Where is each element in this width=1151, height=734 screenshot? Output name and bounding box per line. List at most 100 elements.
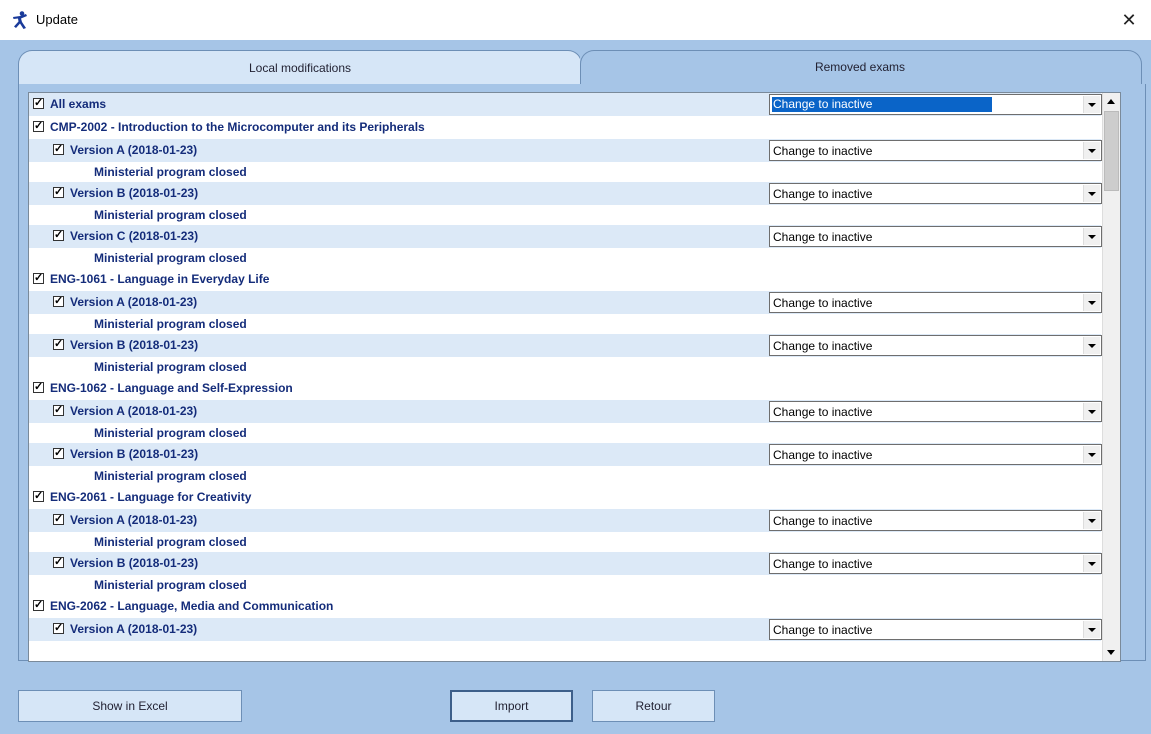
- close-button[interactable]: ✕: [1115, 6, 1143, 34]
- status-select[interactable]: Change to inactive: [769, 140, 1102, 161]
- row-label: Version B (2018-01-23): [70, 447, 199, 461]
- select-value: Change to inactive: [773, 623, 873, 637]
- chevron-down-icon[interactable]: [1083, 555, 1100, 572]
- checkbox[interactable]: ✓: [33, 98, 44, 109]
- checkbox[interactable]: ✓: [53, 339, 64, 350]
- button-label: Show in Excel: [92, 699, 168, 713]
- scroll-up-icon[interactable]: [1103, 93, 1120, 110]
- status-note: Ministerial program closed: [29, 466, 1101, 486]
- title-bar: Update ✕: [0, 0, 1151, 40]
- status-note: Ministerial program closed: [29, 162, 1101, 182]
- select-value: Change to inactive: [773, 448, 873, 462]
- tab-label: Removed exams: [814, 60, 906, 74]
- checkbox[interactable]: ✓: [53, 405, 64, 416]
- status-select[interactable]: Change to inactive: [769, 94, 1102, 115]
- version-row: ✓ Version B (2018-01-23) Change to inactiv…: [29, 552, 1102, 575]
- checkbox[interactable]: ✓: [33, 121, 44, 132]
- row-label: Version A (2018-01-23): [70, 143, 198, 157]
- scroll-thumb[interactable]: [1104, 111, 1119, 191]
- status-select[interactable]: Change to inactive: [769, 292, 1102, 313]
- select-value: Change to inactive: [773, 187, 873, 201]
- status-note: Ministerial program closed: [29, 248, 1101, 268]
- status-note: Ministerial program closed: [29, 314, 1101, 334]
- import-button[interactable]: Import: [450, 690, 573, 722]
- vertical-scrollbar[interactable]: [1102, 93, 1120, 661]
- row-label: Version A (2018-01-23): [70, 295, 198, 309]
- version-row: ✓ Version A (2018-01-23) Change to inactiv…: [29, 509, 1102, 532]
- tab-local-modifications[interactable]: Local modifications: [18, 50, 582, 85]
- status-select[interactable]: Change to inactive: [769, 619, 1102, 640]
- tab-removed-exams[interactable]: Removed exams: [580, 50, 1140, 84]
- row-label: Version A (2018-01-23): [70, 513, 198, 527]
- status-select[interactable]: Change to inactive: [769, 444, 1102, 465]
- row-label: Ministerial program closed: [94, 165, 247, 179]
- version-row: ✓ Version B (2018-01-23) Change to inactiv…: [29, 443, 1102, 466]
- checkbox[interactable]: ✓: [33, 273, 44, 284]
- row-label: Ministerial program closed: [94, 426, 247, 440]
- checkbox[interactable]: ✓: [33, 600, 44, 611]
- checkbox[interactable]: ✓: [33, 382, 44, 393]
- dialog-body: Local modifications Removed exams ✓ All e…: [0, 40, 1151, 734]
- row-label: Version B (2018-01-23): [70, 186, 199, 200]
- status-select[interactable]: Change to inactive: [769, 401, 1102, 422]
- scroll-down-icon[interactable]: [1103, 644, 1120, 661]
- checkbox[interactable]: ✓: [53, 623, 64, 634]
- chevron-down-icon[interactable]: [1083, 621, 1100, 638]
- chevron-down-icon[interactable]: [1083, 294, 1100, 311]
- row-label: Ministerial program closed: [94, 469, 247, 483]
- status-select[interactable]: Change to inactive: [769, 335, 1102, 356]
- select-value: Change to inactive: [773, 296, 873, 310]
- row-label: Ministerial program closed: [94, 360, 247, 374]
- status-select[interactable]: Change to inactive: [769, 226, 1102, 247]
- chevron-down-icon[interactable]: [1083, 228, 1100, 245]
- all-exams-row: ✓ All exams Change to inactive: [29, 93, 1102, 116]
- version-row: ✓ Version B (2018-01-23) Change to inactiv…: [29, 182, 1102, 205]
- checkbox[interactable]: ✓: [33, 491, 44, 502]
- course-row: ✓ ENG-1062 - Language and Self-Expression: [29, 377, 1101, 400]
- checkbox[interactable]: ✓: [53, 144, 64, 155]
- status-note: Ministerial program closed: [29, 575, 1101, 595]
- retour-button[interactable]: Retour: [592, 690, 715, 722]
- show-in-excel-button[interactable]: Show in Excel: [18, 690, 242, 722]
- checkbox[interactable]: ✓: [53, 448, 64, 459]
- checkbox[interactable]: ✓: [53, 230, 64, 241]
- exam-list[interactable]: ✓ All exams Change to inactive ✓ CMP-2002 - …: [28, 92, 1121, 662]
- chevron-down-icon[interactable]: [1083, 142, 1100, 159]
- select-value: Change to inactive: [773, 339, 873, 353]
- close-icon: ✕: [1121, 10, 1137, 30]
- checkbox[interactable]: ✓: [53, 187, 64, 198]
- app-logo-icon: [13, 11, 27, 29]
- chevron-down-icon[interactable]: [1083, 403, 1100, 420]
- version-row: ✓ Version A (2018-01-23) Change to inactiv…: [29, 400, 1102, 423]
- row-label: Version B (2018-01-23): [70, 338, 199, 352]
- course-row: ✓ ENG-2062 - Language, Media and Communic…: [29, 595, 1101, 618]
- chevron-down-icon[interactable]: [1083, 185, 1100, 202]
- select-value: Change to inactive: [773, 230, 873, 244]
- row-label: Ministerial program closed: [94, 251, 247, 265]
- button-label: Retour: [635, 699, 672, 713]
- version-row: ✓ Version A (2018-01-23) Change to inactiv…: [29, 139, 1102, 162]
- chevron-down-icon[interactable]: [1083, 337, 1100, 354]
- chevron-down-icon[interactable]: [1083, 96, 1100, 113]
- status-select[interactable]: Change to inactive: [769, 183, 1102, 204]
- checkbox[interactable]: ✓: [53, 296, 64, 307]
- row-label: ENG-1062 - Language and Self-Expression: [50, 381, 293, 395]
- chevron-down-icon[interactable]: [1083, 512, 1100, 529]
- course-row: ✓ ENG-1061 - Language in Everyday Life: [29, 268, 1101, 291]
- button-label: Import: [494, 699, 529, 713]
- version-row: ✓ Version A (2018-01-23) Change to inactiv…: [29, 618, 1102, 641]
- version-row: ✓ Version B (2018-01-23) Change to inactiv…: [29, 334, 1102, 357]
- select-value: Change to inactive: [773, 557, 873, 571]
- checkbox[interactable]: ✓: [53, 514, 64, 525]
- row-label: Version A (2018-01-23): [70, 622, 198, 636]
- row-label: Version A (2018-01-23): [70, 404, 198, 418]
- course-row: ✓ CMP-2002 - Introduction to the Microcom…: [29, 116, 1101, 139]
- row-label: Ministerial program closed: [94, 208, 247, 222]
- row-label: ENG-2061 - Language for Creativity: [50, 490, 252, 504]
- status-select[interactable]: Change to inactive: [769, 553, 1102, 574]
- window-title: Update: [36, 12, 78, 27]
- checkbox[interactable]: ✓: [53, 557, 64, 568]
- select-value: Change to inactive: [773, 405, 873, 419]
- chevron-down-icon[interactable]: [1083, 446, 1100, 463]
- status-select[interactable]: Change to inactive: [769, 510, 1102, 531]
